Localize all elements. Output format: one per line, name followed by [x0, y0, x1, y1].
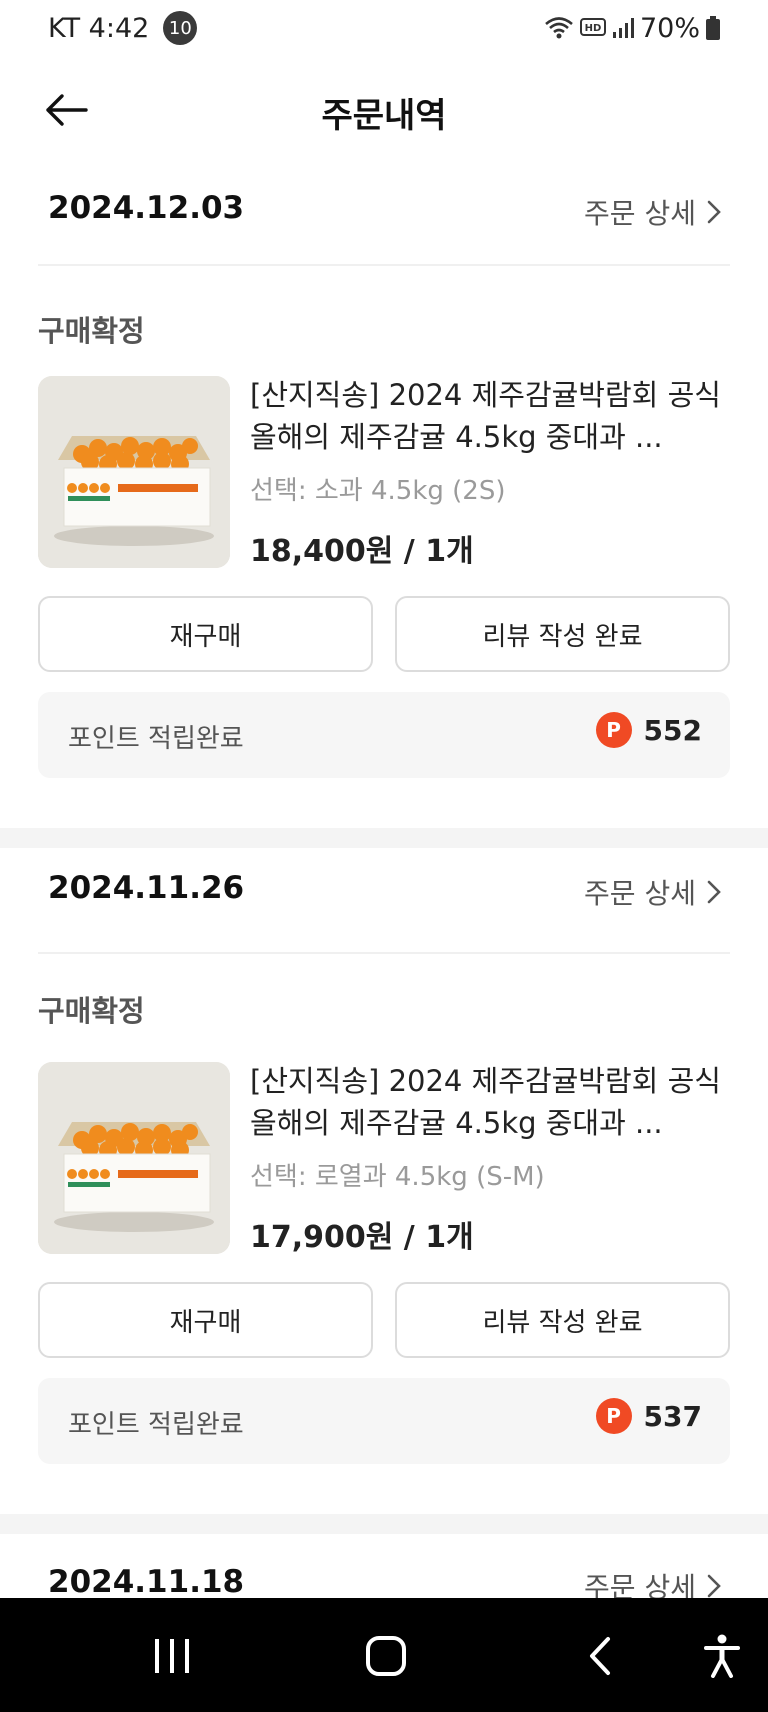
notification-count-badge: 10 — [163, 11, 198, 45]
review-complete-button[interactable]: 리뷰 작성 완료 — [395, 1282, 730, 1358]
order-card: 2024.12.03 주문 상세 구매확정 [산지직송] 2024 제주감귤박람… — [0, 168, 768, 828]
status-bar: KT 4:42 10 HD 70% — [0, 0, 768, 56]
wifi-icon — [544, 15, 574, 41]
home-button[interactable] — [362, 1628, 410, 1684]
accessibility-button[interactable] — [700, 1628, 744, 1684]
hd-icon: HD — [579, 17, 606, 39]
battery-icon — [706, 16, 720, 40]
recent-apps-button[interactable] — [150, 1628, 194, 1684]
order-header: 2024.11.26 주문 상세 — [0, 848, 768, 938]
rebuy-button[interactable]: 재구매 — [38, 1282, 373, 1358]
page-title: 주문내역 — [321, 96, 447, 136]
recent-apps-icon — [155, 1639, 189, 1673]
app-header: 주문내역 — [0, 70, 768, 150]
system-back-button[interactable] — [585, 1628, 615, 1684]
product-title[interactable]: [산지직송] 2024 제주감귤박람회 공식 올해의 제주감귤 4.5kg 중대… — [250, 374, 735, 458]
status-time: KT 4:42 — [48, 12, 150, 44]
order-detail-link[interactable]: 주문 상세 — [584, 872, 722, 912]
signal-icon — [612, 17, 634, 39]
chevron-right-icon — [707, 1574, 721, 1598]
accessibility-icon — [704, 1634, 740, 1678]
points-value: 552 — [643, 713, 702, 747]
home-icon — [366, 1636, 406, 1676]
product-option: 선택: 소과 4.5kg (2S) — [250, 476, 506, 506]
battery-percent: 70% — [639, 12, 700, 44]
order-detail-link[interactable]: 주문 상세 — [584, 1566, 722, 1598]
order-card: 2024.11.26 주문 상세 구매확정 [산지직송] 2024 제주감귤박람… — [0, 848, 768, 1508]
order-status: 구매확정 — [38, 314, 145, 348]
points-icon: P — [595, 712, 632, 748]
points-panel: 포인트 적립완료 P 537 — [38, 1378, 730, 1464]
points-label: 포인트 적립완료 — [68, 724, 244, 754]
points-amount: P 537 — [595, 1398, 702, 1434]
product-price: 18,400원 / 1개 — [250, 534, 474, 569]
status-icons: HD 70% — [544, 13, 720, 44]
chevron-right-icon — [707, 200, 721, 224]
section-separator — [0, 1514, 768, 1534]
section-separator — [0, 828, 768, 848]
order-header: 2024.11.18 주문 상세 — [0, 1534, 768, 1598]
order-card: 2024.11.18 주문 상세 — [0, 1534, 768, 1598]
system-nav-bar — [0, 1598, 768, 1712]
order-status: 구매확정 — [38, 994, 145, 1028]
rebuy-button[interactable]: 재구매 — [38, 596, 373, 672]
order-date: 2024.11.18 — [48, 1564, 245, 1598]
product-price: 17,900원 / 1개 — [250, 1220, 474, 1255]
order-date: 2024.11.26 — [48, 870, 245, 906]
order-detail-label: 주문 상세 — [584, 1571, 696, 1598]
divider — [38, 952, 730, 954]
order-detail-label: 주문 상세 — [584, 877, 696, 910]
review-complete-button[interactable]: 리뷰 작성 완료 — [395, 596, 730, 672]
product-image[interactable] — [38, 376, 230, 568]
points-amount: P 552 — [595, 712, 702, 748]
product-title[interactable]: [산지직송] 2024 제주감귤박람회 공식 올해의 제주감귤 4.5kg 중대… — [250, 1060, 735, 1144]
order-date: 2024.12.03 — [48, 190, 245, 226]
chevron-right-icon — [707, 880, 721, 904]
points-icon: P — [595, 1398, 632, 1434]
svg-text:HD: HD — [585, 23, 602, 34]
order-detail-link[interactable]: 주문 상세 — [584, 192, 722, 232]
product-image[interactable] — [38, 1062, 230, 1254]
product-option: 선택: 로열과 4.5kg (S-M) — [250, 1162, 545, 1192]
order-detail-label: 주문 상세 — [584, 197, 696, 230]
points-label: 포인트 적립완료 — [68, 1410, 244, 1440]
order-header: 2024.12.03 주문 상세 — [0, 168, 768, 258]
points-value: 537 — [643, 1399, 702, 1433]
chevron-left-icon — [590, 1637, 610, 1675]
points-panel: 포인트 적립완료 P 552 — [38, 692, 730, 778]
divider — [38, 264, 730, 266]
